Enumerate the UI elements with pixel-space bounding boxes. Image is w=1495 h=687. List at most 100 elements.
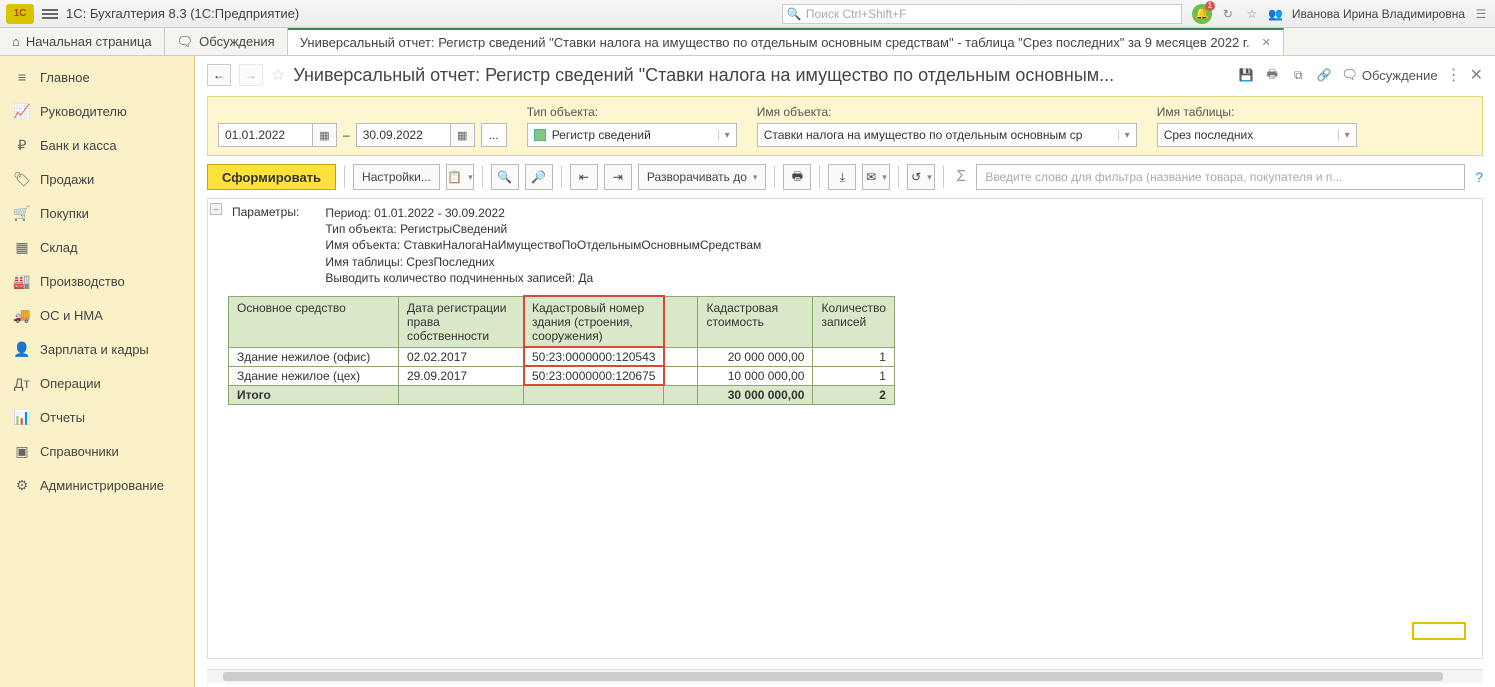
sidebar-item-bank[interactable]: ₽Банк и касса [0,128,194,162]
sidebar-item-manager[interactable]: 📈Руководителю [0,94,194,128]
table-row[interactable]: Здание нежилое (цех) 29.09.2017 50:23:00… [229,366,895,385]
param-line: Период: 01.01.2022 - 30.09.2022 [325,205,761,221]
collapse-groups-button[interactable]: ⇤ [570,164,598,190]
sigma-icon: Σ [956,168,966,186]
generate-button[interactable]: Сформировать [207,164,336,190]
expand-to-button[interactable]: Разворачивать до▾ [638,164,767,190]
factory-icon: 🏭 [14,273,30,289]
sidebar-label: Справочники [40,444,119,459]
cell: Здание нежилое (офис) [229,347,399,366]
settings-icon[interactable]: ☰ [1473,6,1489,22]
history-icon[interactable]: ↻ [1220,6,1236,22]
global-search-input[interactable]: 🔍 Поиск Ctrl+Shift+F [782,4,1182,24]
calendar-to-icon[interactable]: ▦ [451,123,475,147]
cell [664,347,698,366]
close-button[interactable]: ✕ [1470,65,1483,85]
table-name-select[interactable]: Срез последних ▾ [1157,123,1357,147]
star-icon[interactable]: ☆ [1244,6,1260,22]
settings-button[interactable]: Настройки... [353,164,440,190]
table-name-value: Срез последних [1164,128,1254,142]
cell: 29.09.2017 [399,366,524,385]
sidebar-item-purchases[interactable]: 🛒Покупки [0,196,194,230]
print-icon[interactable]: 🖶 [1263,66,1281,84]
link-icon[interactable]: 🔗 [1315,66,1333,84]
save-button[interactable]: ⤓ [828,164,856,190]
sidebar-item-salary[interactable]: 👤Зарплата и кадры [0,332,194,366]
nav-back-button[interactable]: ← [207,64,231,86]
sidebar-item-warehouse[interactable]: ▦Склад [0,230,194,264]
close-tab-icon[interactable]: ✕ [1262,36,1271,49]
sidebar-item-main[interactable]: ≡Главное [0,60,194,94]
operations-icon: Дт [14,375,30,391]
sidebar-label: Зарплата и кадры [40,342,149,357]
horizontal-scrollbar[interactable] [207,669,1483,683]
register-icon [534,129,546,141]
date-from-input[interactable]: 01.01.2022 [218,123,313,147]
favorite-star-icon[interactable]: ☆ [271,65,285,85]
object-name-select[interactable]: Ставки налога на имущество по отдельным … [757,123,1137,147]
col-regdate: Дата регистрации права собственности [399,296,524,347]
chart-icon: 📈 [14,103,30,119]
variants-button[interactable]: 📋▾ [446,164,474,190]
col-cadastral: Кадастровый номер здания (строения, соор… [524,296,664,347]
sidebar-item-reports[interactable]: 📊Отчеты [0,400,194,434]
find-button[interactable]: 🔍 [491,164,519,190]
object-name-value: Ставки налога на имущество по отдельным … [764,128,1083,142]
save-icon[interactable]: 💾 [1237,66,1255,84]
table-row[interactable]: Здание нежилое (офис) 02.02.2017 50:23:0… [229,347,895,366]
sidebar-item-admin[interactable]: ⚙Администрирование [0,468,194,502]
logo-1c: 1C [6,4,34,24]
filter-input[interactable]: Введите слово для фильтра (название това… [976,164,1465,190]
tag-icon: 🏷 [14,171,30,187]
search-icon: 🔍 [787,7,802,21]
expand-groups-button[interactable]: ⇥ [604,164,632,190]
sidebar-item-production[interactable]: 🏭Производство [0,264,194,298]
calendar-from-icon[interactable]: ▦ [313,123,337,147]
cell [664,366,698,385]
sidebar-item-assets[interactable]: 🚚ОС и НМА [0,298,194,332]
period-more-button[interactable]: ... [481,123,507,147]
current-user[interactable]: Иванова Ирина Владимировна [1292,7,1465,21]
cell: 50:23:0000000:120543 [524,347,664,366]
tab-home[interactable]: ⌂ Начальная страница [0,28,165,55]
search-placeholder: Поиск Ctrl+Shift+F [806,7,907,21]
chevron-down-icon: ▾ [718,130,730,141]
print-button[interactable]: 🖶 [783,164,811,190]
col-cost: Кадастровая стоимость [698,296,813,347]
param-line: Имя объекта: СтавкиНалогаНаИмуществоПоОт… [325,237,761,253]
navigation-sidebar: ≡Главное 📈Руководителю ₽Банк и касса 🏷Пр… [0,56,195,687]
object-type-value: Регистр сведений [552,128,651,142]
tab-discuss-label: Обсуждения [199,34,275,49]
users-icon[interactable]: 👥 [1268,6,1284,22]
find-next-button[interactable]: 🔎 [525,164,553,190]
copy-icon[interactable]: ⧉ [1289,66,1307,84]
more-menu-icon[interactable]: ⋮ [1446,65,1462,85]
object-type-select[interactable]: Регистр сведений ▾ [527,123,737,147]
notification-bell-icon[interactable]: 🔔 [1192,4,1212,24]
chevron-down-icon: ▾ [1338,130,1350,141]
sidebar-item-sales[interactable]: 🏷Продажи [0,162,194,196]
sidebar-label: ОС и НМА [40,308,103,323]
tab-discuss[interactable]: 🗨 Обсуждения [165,28,288,55]
refresh-button[interactable]: ↺▾ [907,164,935,190]
tab-home-label: Начальная страница [26,34,152,49]
nav-forward-button[interactable]: → [239,64,263,86]
zoom-indicator[interactable] [1412,622,1466,640]
help-icon[interactable]: ? [1475,169,1483,185]
cell: 50:23:0000000:120675 [524,366,664,385]
discuss-label: Обсуждение [1362,68,1438,83]
cell: 02.02.2017 [399,347,524,366]
chevron-down-icon: ▾ [1118,130,1130,141]
sidebar-label: Главное [40,70,90,85]
email-button[interactable]: ✉▾ [862,164,890,190]
discuss-button[interactable]: 🗨Обсуждение [1341,67,1437,83]
date-to-input[interactable]: 30.09.2022 [356,123,451,147]
tab-report[interactable]: Универсальный отчет: Регистр сведений "С… [288,28,1284,55]
page-title: Универсальный отчет: Регистр сведений "С… [293,65,1229,86]
cart-icon: 🛒 [14,205,30,221]
sidebar-item-operations[interactable]: ДтОперации [0,366,194,400]
sidebar-item-catalogs[interactable]: ▣Справочники [0,434,194,468]
app-title: 1С: Бухгалтерия 8.3 (1С:Предприятие) [66,6,299,21]
hamburger-icon[interactable] [42,7,58,21]
collapse-handle[interactable]: – [210,203,222,215]
